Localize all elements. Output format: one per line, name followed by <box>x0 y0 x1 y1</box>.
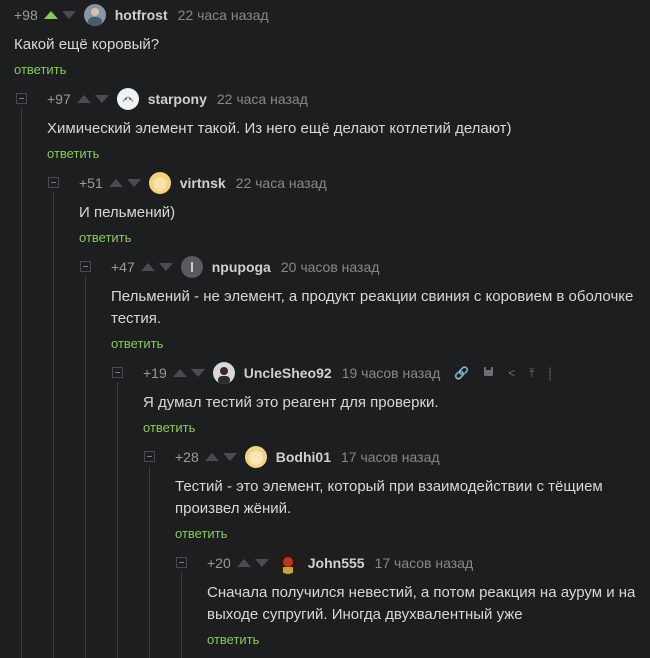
thread-line <box>53 192 54 658</box>
user-avatar-icon[interactable] <box>116 88 139 110</box>
comment-rating: +19 <box>143 365 167 381</box>
thread-line <box>85 276 86 658</box>
collapse-button[interactable] <box>176 557 187 568</box>
collapse-button[interactable] <box>144 451 155 462</box>
comment-time[interactable]: 22 часа назад <box>217 91 308 107</box>
reply-link[interactable]: ответить <box>175 526 227 541</box>
comment-time[interactable]: 19 часов назад <box>342 365 441 381</box>
comment-header: +98 hotfrost 22 часа назад <box>14 3 642 27</box>
collapse-button[interactable] <box>112 367 123 378</box>
comment-text: Я думал тестий это реагент для проверки. <box>143 394 439 411</box>
downvote-icon[interactable] <box>61 11 76 19</box>
share-icon[interactable]: < <box>508 366 515 380</box>
comment-header: +47 npupoga 20 часов назад <box>111 255 642 279</box>
reply-link[interactable]: ответить <box>207 632 259 647</box>
thread-line <box>117 382 118 658</box>
username[interactable]: virtnsk <box>180 175 226 191</box>
downvote-icon[interactable] <box>126 179 141 187</box>
comment-text: Химический элемент такой. Из него ещё де… <box>47 120 512 137</box>
username[interactable]: UncleSheo92 <box>244 365 332 381</box>
comment-rating: +98 <box>14 7 38 23</box>
downvote-icon[interactable] <box>254 559 269 567</box>
reply-link[interactable]: ответить <box>79 230 131 245</box>
collapse-up-icon[interactable]: ⤒ <box>529 366 534 381</box>
reply-link[interactable]: ответить <box>143 420 195 435</box>
upvote-icon[interactable] <box>204 453 219 461</box>
user-avatar-icon[interactable] <box>83 4 106 26</box>
comment-header: +28 Bodhi01 17 часов назад <box>175 445 642 469</box>
downvote-icon[interactable] <box>94 95 109 103</box>
user-avatar-icon[interactable] <box>276 552 299 574</box>
reply-link[interactable]: ответить <box>47 146 99 161</box>
username[interactable]: hotfrost <box>115 7 168 23</box>
comment-time[interactable]: 17 часов назад <box>375 555 474 571</box>
comment-header: +51 virtnsk 22 часа назад <box>79 171 642 195</box>
username[interactable]: npupoga <box>212 259 271 275</box>
thread-line <box>21 108 22 658</box>
comment: +47 npupoga 20 часов назад Пельмений - н… <box>111 255 642 353</box>
collapse-button[interactable] <box>80 261 91 272</box>
user-avatar-icon[interactable] <box>212 362 235 384</box>
link-icon[interactable]: 🔗 <box>454 366 469 380</box>
collapse-button[interactable] <box>16 93 27 104</box>
upvote-icon[interactable] <box>236 559 251 567</box>
downvote-icon[interactable] <box>222 453 237 461</box>
comment-tools: 🔗 < ⤒ ⸽ <box>454 365 565 382</box>
comment: +19 UncleSheo92 19 часов назад 🔗 < ⤒ ⸽ Я… <box>143 361 642 437</box>
upvote-icon[interactable] <box>172 369 187 377</box>
comment: +28 Bodhi01 17 часов назад Тестий - это … <box>175 445 642 543</box>
comment-text: Пельмений - не элемент, а продукт реакци… <box>111 288 634 327</box>
collapse-button[interactable] <box>48 177 59 188</box>
save-icon[interactable] <box>483 366 494 380</box>
user-avatar-icon[interactable] <box>180 256 203 278</box>
downvote-icon[interactable] <box>190 369 205 377</box>
comment-time[interactable]: 22 часа назад <box>236 175 327 191</box>
comment-text: И пельмений) <box>79 204 176 221</box>
thread-line <box>149 466 150 658</box>
comment-rating: +28 <box>175 449 199 465</box>
comment-text: Тестий - это элемент, который при взаимо… <box>175 478 603 517</box>
user-avatar-icon[interactable] <box>148 172 171 194</box>
comment-thread: +98 hotfrost 22 часа назад Какой ещё кор… <box>0 0 650 658</box>
comment-header: +20 John555 17 часов назад <box>207 551 642 575</box>
comment-time[interactable]: 17 часов назад <box>341 449 440 465</box>
comment-header: +97 starpony 22 часа назад <box>47 87 642 111</box>
upvote-icon[interactable] <box>140 263 155 271</box>
comment-rating: +20 <box>207 555 231 571</box>
comment-header: +19 UncleSheo92 19 часов назад 🔗 < ⤒ ⸽ <box>143 361 642 385</box>
reply-link[interactable]: ответить <box>111 336 163 351</box>
comment-rating: +47 <box>111 259 135 275</box>
reply-link[interactable]: ответить <box>14 62 66 77</box>
thread-line <box>181 572 182 658</box>
upvote-icon[interactable] <box>43 11 58 19</box>
username[interactable]: starpony <box>148 91 207 107</box>
comment: +98 hotfrost 22 часа назад Какой ещё кор… <box>14 3 642 79</box>
upvote-icon[interactable] <box>76 95 91 103</box>
comment-rating: +51 <box>79 175 103 191</box>
downvote-icon[interactable] <box>158 263 173 271</box>
comment-time[interactable]: 20 часов назад <box>281 259 380 275</box>
comment-rating: +97 <box>47 91 71 107</box>
comment-text: Какой ещё коровый? <box>14 36 160 53</box>
comment-text: Сначала получился невестий, а потом реак… <box>207 584 636 623</box>
comment: +51 virtnsk 22 часа назад И пельмений) о… <box>79 171 642 247</box>
comment: +20 John555 17 часов назад Сначала получ… <box>207 551 642 649</box>
upvote-icon[interactable] <box>108 179 123 187</box>
comment: +97 starpony 22 часа назад Химический эл… <box>47 87 642 163</box>
username[interactable]: Bodhi01 <box>276 449 331 465</box>
comment-time[interactable]: 22 часа назад <box>178 7 269 23</box>
more-icon[interactable]: ⸽ <box>549 365 552 382</box>
username[interactable]: John555 <box>308 555 365 571</box>
user-avatar-icon[interactable] <box>244 446 267 468</box>
